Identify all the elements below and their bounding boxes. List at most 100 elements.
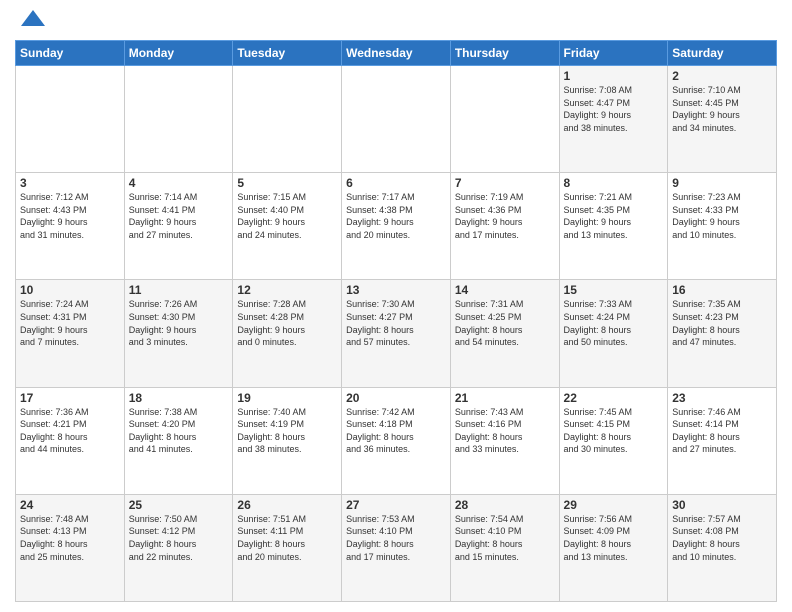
day-info: Sunrise: 7:36 AM Sunset: 4:21 PM Dayligh… [20,406,120,456]
day-info: Sunrise: 7:35 AM Sunset: 4:23 PM Dayligh… [672,298,772,348]
day-number: 15 [564,283,664,297]
calendar-cell: 2Sunrise: 7:10 AM Sunset: 4:45 PM Daylig… [668,66,777,173]
day-info: Sunrise: 7:48 AM Sunset: 4:13 PM Dayligh… [20,513,120,563]
day-number: 14 [455,283,555,297]
week-row-0: 1Sunrise: 7:08 AM Sunset: 4:47 PM Daylig… [16,66,777,173]
day-number: 7 [455,176,555,190]
day-number: 10 [20,283,120,297]
logo-arrow-icon [17,4,47,34]
day-info: Sunrise: 7:12 AM Sunset: 4:43 PM Dayligh… [20,191,120,241]
header-row: SundayMondayTuesdayWednesdayThursdayFrid… [16,41,777,66]
day-number: 8 [564,176,664,190]
day-info: Sunrise: 7:45 AM Sunset: 4:15 PM Dayligh… [564,406,664,456]
day-number: 23 [672,391,772,405]
calendar-cell: 3Sunrise: 7:12 AM Sunset: 4:43 PM Daylig… [16,173,125,280]
day-number: 9 [672,176,772,190]
day-info: Sunrise: 7:08 AM Sunset: 4:47 PM Dayligh… [564,84,664,134]
calendar-cell: 5Sunrise: 7:15 AM Sunset: 4:40 PM Daylig… [233,173,342,280]
day-number: 6 [346,176,446,190]
day-number: 11 [129,283,229,297]
day-number: 4 [129,176,229,190]
day-info: Sunrise: 7:56 AM Sunset: 4:09 PM Dayligh… [564,513,664,563]
calendar-cell [342,66,451,173]
logo-text-block [15,14,47,34]
calendar-cell: 18Sunrise: 7:38 AM Sunset: 4:20 PM Dayli… [124,387,233,494]
calendar-cell: 24Sunrise: 7:48 AM Sunset: 4:13 PM Dayli… [16,494,125,601]
day-info: Sunrise: 7:19 AM Sunset: 4:36 PM Dayligh… [455,191,555,241]
day-info: Sunrise: 7:50 AM Sunset: 4:12 PM Dayligh… [129,513,229,563]
header [15,10,777,34]
day-number: 12 [237,283,337,297]
week-row-3: 17Sunrise: 7:36 AM Sunset: 4:21 PM Dayli… [16,387,777,494]
calendar-cell: 25Sunrise: 7:50 AM Sunset: 4:12 PM Dayli… [124,494,233,601]
day-number: 20 [346,391,446,405]
day-info: Sunrise: 7:46 AM Sunset: 4:14 PM Dayligh… [672,406,772,456]
day-header-sunday: Sunday [16,41,125,66]
calendar-cell: 22Sunrise: 7:45 AM Sunset: 4:15 PM Dayli… [559,387,668,494]
day-info: Sunrise: 7:40 AM Sunset: 4:19 PM Dayligh… [237,406,337,456]
calendar-cell: 12Sunrise: 7:28 AM Sunset: 4:28 PM Dayli… [233,280,342,387]
calendar-table: SundayMondayTuesdayWednesdayThursdayFrid… [15,40,777,602]
day-number: 19 [237,391,337,405]
day-number: 2 [672,69,772,83]
calendar-cell: 11Sunrise: 7:26 AM Sunset: 4:30 PM Dayli… [124,280,233,387]
day-number: 17 [20,391,120,405]
day-info: Sunrise: 7:53 AM Sunset: 4:10 PM Dayligh… [346,513,446,563]
calendar-cell: 14Sunrise: 7:31 AM Sunset: 4:25 PM Dayli… [450,280,559,387]
day-info: Sunrise: 7:57 AM Sunset: 4:08 PM Dayligh… [672,513,772,563]
calendar-cell: 30Sunrise: 7:57 AM Sunset: 4:08 PM Dayli… [668,494,777,601]
day-info: Sunrise: 7:17 AM Sunset: 4:38 PM Dayligh… [346,191,446,241]
calendar-cell: 29Sunrise: 7:56 AM Sunset: 4:09 PM Dayli… [559,494,668,601]
day-header-thursday: Thursday [450,41,559,66]
calendar-cell [124,66,233,173]
day-header-tuesday: Tuesday [233,41,342,66]
day-number: 16 [672,283,772,297]
calendar-cell: 21Sunrise: 7:43 AM Sunset: 4:16 PM Dayli… [450,387,559,494]
calendar-body: 1Sunrise: 7:08 AM Sunset: 4:47 PM Daylig… [16,66,777,602]
day-number: 3 [20,176,120,190]
calendar-header: SundayMondayTuesdayWednesdayThursdayFrid… [16,41,777,66]
day-number: 27 [346,498,446,512]
calendar-cell: 19Sunrise: 7:40 AM Sunset: 4:19 PM Dayli… [233,387,342,494]
day-number: 1 [564,69,664,83]
week-row-2: 10Sunrise: 7:24 AM Sunset: 4:31 PM Dayli… [16,280,777,387]
day-info: Sunrise: 7:23 AM Sunset: 4:33 PM Dayligh… [672,191,772,241]
day-number: 26 [237,498,337,512]
day-info: Sunrise: 7:31 AM Sunset: 4:25 PM Dayligh… [455,298,555,348]
day-info: Sunrise: 7:15 AM Sunset: 4:40 PM Dayligh… [237,191,337,241]
calendar-cell: 13Sunrise: 7:30 AM Sunset: 4:27 PM Dayli… [342,280,451,387]
calendar-cell: 8Sunrise: 7:21 AM Sunset: 4:35 PM Daylig… [559,173,668,280]
day-info: Sunrise: 7:30 AM Sunset: 4:27 PM Dayligh… [346,298,446,348]
calendar-cell: 10Sunrise: 7:24 AM Sunset: 4:31 PM Dayli… [16,280,125,387]
day-info: Sunrise: 7:42 AM Sunset: 4:18 PM Dayligh… [346,406,446,456]
day-number: 5 [237,176,337,190]
calendar-cell: 28Sunrise: 7:54 AM Sunset: 4:10 PM Dayli… [450,494,559,601]
day-number: 29 [564,498,664,512]
day-number: 18 [129,391,229,405]
calendar-cell: 23Sunrise: 7:46 AM Sunset: 4:14 PM Dayli… [668,387,777,494]
day-info: Sunrise: 7:24 AM Sunset: 4:31 PM Dayligh… [20,298,120,348]
day-header-friday: Friday [559,41,668,66]
day-number: 13 [346,283,446,297]
calendar-cell: 15Sunrise: 7:33 AM Sunset: 4:24 PM Dayli… [559,280,668,387]
calendar-cell: 4Sunrise: 7:14 AM Sunset: 4:41 PM Daylig… [124,173,233,280]
calendar-cell [450,66,559,173]
calendar-cell: 20Sunrise: 7:42 AM Sunset: 4:18 PM Dayli… [342,387,451,494]
page: SundayMondayTuesdayWednesdayThursdayFrid… [0,0,792,612]
calendar-cell: 16Sunrise: 7:35 AM Sunset: 4:23 PM Dayli… [668,280,777,387]
day-number: 22 [564,391,664,405]
day-header-monday: Monday [124,41,233,66]
day-info: Sunrise: 7:26 AM Sunset: 4:30 PM Dayligh… [129,298,229,348]
day-info: Sunrise: 7:10 AM Sunset: 4:45 PM Dayligh… [672,84,772,134]
day-info: Sunrise: 7:21 AM Sunset: 4:35 PM Dayligh… [564,191,664,241]
day-info: Sunrise: 7:51 AM Sunset: 4:11 PM Dayligh… [237,513,337,563]
calendar-cell: 6Sunrise: 7:17 AM Sunset: 4:38 PM Daylig… [342,173,451,280]
week-row-4: 24Sunrise: 7:48 AM Sunset: 4:13 PM Dayli… [16,494,777,601]
calendar-cell: 27Sunrise: 7:53 AM Sunset: 4:10 PM Dayli… [342,494,451,601]
calendar-cell: 7Sunrise: 7:19 AM Sunset: 4:36 PM Daylig… [450,173,559,280]
day-info: Sunrise: 7:54 AM Sunset: 4:10 PM Dayligh… [455,513,555,563]
day-header-saturday: Saturday [668,41,777,66]
calendar-cell: 17Sunrise: 7:36 AM Sunset: 4:21 PM Dayli… [16,387,125,494]
day-number: 24 [20,498,120,512]
logo [15,14,47,34]
